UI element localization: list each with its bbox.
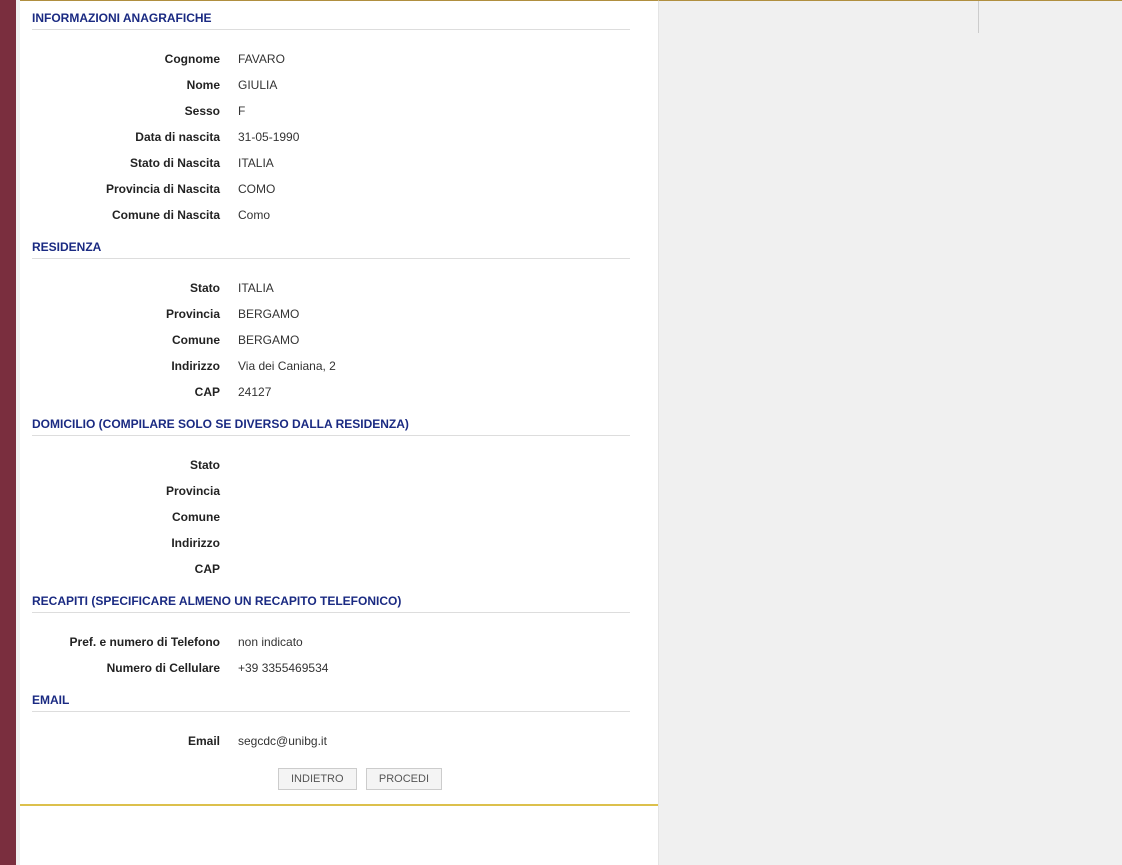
value-telefono: non indicato — [238, 635, 303, 649]
row-res-provincia: Provincia BERGAMO — [32, 301, 638, 327]
value-stato-nascita: ITALIA — [238, 156, 274, 170]
row-cognome: Cognome FAVARO — [32, 46, 638, 72]
value-sesso: F — [238, 104, 245, 118]
row-cellulare: Numero di Cellulare +39 3355469534 — [32, 655, 638, 681]
label-comune-nascita: Comune di Nascita — [32, 208, 238, 222]
label-res-cap: CAP — [32, 385, 238, 399]
row-provincia-nascita: Provincia di Nascita COMO — [32, 176, 638, 202]
value-cellulare: +39 3355469534 — [238, 661, 328, 675]
section-email: Email segcdc@unibg.it — [32, 712, 638, 760]
row-dom-stato: Stato — [32, 452, 638, 478]
row-dom-cap: CAP — [32, 556, 638, 582]
label-provincia-nascita: Provincia di Nascita — [32, 182, 238, 196]
label-cellulare: Numero di Cellulare — [32, 661, 238, 675]
proceed-button[interactable]: PROCEDI — [366, 768, 442, 790]
label-dom-indirizzo: Indirizzo — [32, 536, 238, 550]
value-res-stato: ITALIA — [238, 281, 274, 295]
label-sesso: Sesso — [32, 104, 238, 118]
value-cognome: FAVARO — [238, 52, 285, 66]
label-stato-nascita: Stato di Nascita — [32, 156, 238, 170]
left-sidebar-strip — [0, 0, 16, 865]
row-res-cap: CAP 24127 — [32, 379, 638, 405]
label-res-indirizzo: Indirizzo — [32, 359, 238, 373]
section-domicilio: Stato Provincia Comune Indirizzo CAP — [32, 436, 638, 588]
value-provincia-nascita: COMO — [238, 182, 275, 196]
value-comune-nascita: Como — [238, 208, 270, 222]
value-res-indirizzo: Via dei Caniana, 2 — [238, 359, 336, 373]
label-data-nascita: Data di nascita — [32, 130, 238, 144]
row-res-indirizzo: Indirizzo Via dei Caniana, 2 — [32, 353, 638, 379]
row-res-stato: Stato ITALIA — [32, 275, 638, 301]
label-dom-comune: Comune — [32, 510, 238, 524]
label-res-stato: Stato — [32, 281, 238, 295]
section-title-recapiti: RECAPITI (SPECIFICARE ALMENO UN RECAPITO… — [32, 588, 630, 613]
label-email: Email — [32, 734, 238, 748]
section-title-anagrafiche: INFORMAZIONI ANAGRAFICHE — [32, 5, 630, 30]
label-dom-cap: CAP — [32, 562, 238, 576]
section-residenza: Stato ITALIA Provincia BERGAMO Comune BE… — [32, 259, 638, 411]
value-data-nascita: 31-05-1990 — [238, 130, 299, 144]
label-res-comune: Comune — [32, 333, 238, 347]
main-panel: INFORMAZIONI ANAGRAFICHE Cognome FAVARO … — [20, 0, 658, 865]
row-nome: Nome GIULIA — [32, 72, 638, 98]
row-stato-nascita: Stato di Nascita ITALIA — [32, 150, 638, 176]
right-divider — [978, 1, 979, 33]
row-dom-provincia: Provincia — [32, 478, 638, 504]
row-dom-comune: Comune — [32, 504, 638, 530]
row-dom-indirizzo: Indirizzo — [32, 530, 638, 556]
row-sesso: Sesso F — [32, 98, 638, 124]
bottom-accent-line — [20, 804, 658, 806]
section-title-email: EMAIL — [32, 687, 630, 712]
row-res-comune: Comune BERGAMO — [32, 327, 638, 353]
button-row: INDIETRO PROCEDI — [32, 760, 638, 798]
section-title-domicilio: DOMICILIO (COMPILARE SOLO SE DIVERSO DAL… — [32, 411, 630, 436]
value-res-provincia: BERGAMO — [238, 307, 299, 321]
section-recapiti: Pref. e numero di Telefono non indicato … — [32, 613, 638, 687]
value-res-cap: 24127 — [238, 385, 271, 399]
row-email: Email segcdc@unibg.it — [32, 728, 638, 754]
value-email: segcdc@unibg.it — [238, 734, 327, 748]
section-title-residenza: RESIDENZA — [32, 234, 630, 259]
label-nome: Nome — [32, 78, 238, 92]
row-comune-nascita: Comune di Nascita Como — [32, 202, 638, 228]
label-cognome: Cognome — [32, 52, 238, 66]
value-res-comune: BERGAMO — [238, 333, 299, 347]
label-res-provincia: Provincia — [32, 307, 238, 321]
label-telefono: Pref. e numero di Telefono — [32, 635, 238, 649]
value-nome: GIULIA — [238, 78, 277, 92]
label-dom-stato: Stato — [32, 458, 238, 472]
section-anagrafiche: Cognome FAVARO Nome GIULIA Sesso F Data … — [32, 30, 638, 234]
row-data-nascita: Data di nascita 31-05-1990 — [32, 124, 638, 150]
label-dom-provincia: Provincia — [32, 484, 238, 498]
row-telefono: Pref. e numero di Telefono non indicato — [32, 629, 638, 655]
back-button[interactable]: INDIETRO — [278, 768, 357, 790]
right-pane — [658, 0, 1122, 865]
